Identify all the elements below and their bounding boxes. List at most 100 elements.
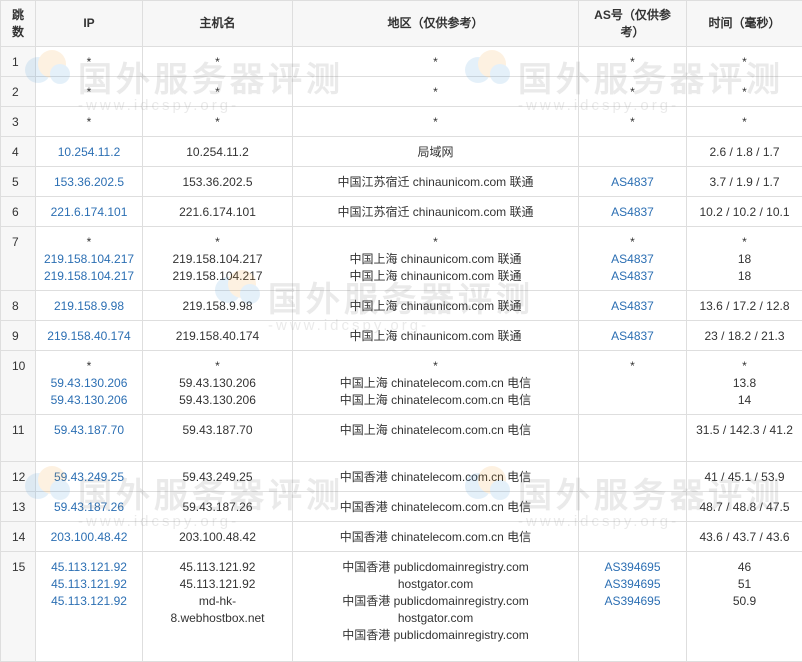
hostname-cell: 153.36.202.5: [143, 167, 293, 197]
time-cell: 2.6 / 1.8 / 1.7: [687, 137, 802, 167]
as-cell: *: [579, 351, 687, 415]
hostname-text: 219.158.104.217: [143, 251, 292, 268]
hostname-text: 8.webhostbox.net: [143, 610, 292, 627]
as-text: *: [579, 84, 686, 101]
ip-link[interactable]: 219.158.40.174: [36, 328, 142, 345]
as-cell: *AS4837AS4837: [579, 227, 687, 291]
table-row: 7*219.158.104.217219.158.104.217*219.158…: [1, 227, 802, 291]
hostname-cell: *59.43.130.20659.43.130.206: [143, 351, 293, 415]
col-time-header: 时间（毫秒）: [687, 1, 802, 47]
as-cell: [579, 492, 687, 522]
hop-cell: 12: [1, 462, 36, 492]
hostname-cell: 10.254.11.2: [143, 137, 293, 167]
ip-text: *: [36, 84, 142, 101]
ip-text: *: [36, 358, 142, 375]
as-cell: *: [579, 77, 687, 107]
time-cell: 41 / 45.1 / 53.9: [687, 462, 802, 492]
hostname-text: *: [143, 114, 292, 131]
region-text: 中国江苏宿迁 chinaunicom.com 联通: [293, 174, 578, 191]
as-link[interactable]: AS394695: [579, 559, 686, 576]
table-row: 5153.36.202.5153.36.202.5中国江苏宿迁 chinauni…: [1, 167, 802, 197]
ip-link[interactable]: 221.6.174.101: [36, 204, 142, 221]
hostname-cell: *: [143, 47, 293, 77]
hostname-text: 221.6.174.101: [143, 204, 292, 221]
time-cell: 48.7 / 48.8 / 47.5: [687, 492, 802, 522]
time-text: *: [687, 84, 802, 101]
hop-cell: 15: [1, 552, 36, 662]
region-cell: 中国上海 chinaunicom.com 联通: [293, 291, 579, 321]
ip-link[interactable]: 203.100.48.42: [36, 529, 142, 546]
hostname-text: *: [143, 358, 292, 375]
col-region-header: 地区（仅供参考）: [293, 1, 579, 47]
ip-link[interactable]: 153.36.202.5: [36, 174, 142, 191]
as-link[interactable]: AS4837: [579, 268, 686, 285]
time-text: 13.8: [687, 375, 802, 392]
region-text: hostgator.com: [293, 576, 578, 593]
as-link[interactable]: AS394695: [579, 576, 686, 593]
hostname-text: 219.158.9.98: [143, 298, 292, 315]
time-text: 41 / 45.1 / 53.9: [687, 469, 802, 486]
region-text: 局域网: [293, 144, 578, 161]
as-link[interactable]: AS4837: [579, 328, 686, 345]
hostname-cell: *: [143, 107, 293, 137]
time-text: 48.7 / 48.8 / 47.5: [687, 499, 802, 516]
as-link[interactable]: AS394695: [579, 593, 686, 610]
as-link[interactable]: AS4837: [579, 251, 686, 268]
ip-link[interactable]: 45.113.121.92: [36, 576, 142, 593]
hostname-cell: 45.113.121.9245.113.121.92md-hk-8.webhos…: [143, 552, 293, 662]
ip-link[interactable]: 59.43.249.25: [36, 469, 142, 486]
hostname-text: *: [143, 84, 292, 101]
time-text: 18: [687, 268, 802, 285]
ip-cell: 219.158.9.98: [36, 291, 143, 321]
ip-cell: 59.43.187.26: [36, 492, 143, 522]
hostname-text: 153.36.202.5: [143, 174, 292, 191]
region-text: 中国香港 publicdomainregistry.com: [293, 593, 578, 610]
ip-text: *: [36, 234, 142, 251]
ip-link[interactable]: 219.158.104.217: [36, 268, 142, 285]
hostname-text: *: [143, 234, 292, 251]
as-cell: *: [579, 47, 687, 77]
ip-link[interactable]: 10.254.11.2: [36, 144, 142, 161]
ip-cell: *: [36, 77, 143, 107]
ip-cell: 219.158.40.174: [36, 321, 143, 351]
hostname-text: 45.113.121.92: [143, 559, 292, 576]
region-text: 中国上海 chinatelecom.com.cn 电信: [293, 422, 578, 439]
as-link[interactable]: AS4837: [579, 174, 686, 191]
hop-cell: 5: [1, 167, 36, 197]
time-text: *: [687, 358, 802, 375]
ip-link[interactable]: 45.113.121.92: [36, 559, 142, 576]
region-text: 中国香港 chinatelecom.com.cn 电信: [293, 469, 578, 486]
region-text: 中国香港 chinatelecom.com.cn 电信: [293, 499, 578, 516]
time-text: 51: [687, 576, 802, 593]
region-cell: 局域网: [293, 137, 579, 167]
region-text: 中国上海 chinatelecom.com.cn 电信: [293, 375, 578, 392]
region-text: 中国上海 chinaunicom.com 联通: [293, 298, 578, 315]
col-ip-header: IP: [36, 1, 143, 47]
ip-link[interactable]: 219.158.104.217: [36, 251, 142, 268]
time-text: 14: [687, 392, 802, 409]
ip-link[interactable]: 59.43.130.206: [36, 392, 142, 409]
time-text: 23 / 18.2 / 21.3: [687, 328, 802, 345]
ip-cell: *: [36, 47, 143, 77]
ip-link[interactable]: 45.113.121.92: [36, 593, 142, 610]
as-link[interactable]: AS4837: [579, 298, 686, 315]
region-cell: 中国香港 chinatelecom.com.cn 电信: [293, 492, 579, 522]
ip-link[interactable]: 59.43.130.206: [36, 375, 142, 392]
ip-link[interactable]: 219.158.9.98: [36, 298, 142, 315]
hostname-cell: 219.158.9.98: [143, 291, 293, 321]
time-cell: 31.5 / 142.3 / 41.2: [687, 415, 802, 462]
as-text: *: [579, 234, 686, 251]
region-text: *: [293, 54, 578, 71]
region-cell: *: [293, 77, 579, 107]
as-cell: AS4837: [579, 167, 687, 197]
region-cell: 中国江苏宿迁 chinaunicom.com 联通: [293, 167, 579, 197]
ip-link[interactable]: 59.43.187.70: [36, 422, 142, 439]
region-text: 中国上海 chinaunicom.com 联通: [293, 328, 578, 345]
ip-link[interactable]: 59.43.187.26: [36, 499, 142, 516]
as-cell: *: [579, 107, 687, 137]
hostname-cell: *: [143, 77, 293, 107]
region-text: 中国上海 chinaunicom.com 联通: [293, 251, 578, 268]
region-text: 中国江苏宿迁 chinaunicom.com 联通: [293, 204, 578, 221]
as-text: *: [579, 114, 686, 131]
as-link[interactable]: AS4837: [579, 204, 686, 221]
